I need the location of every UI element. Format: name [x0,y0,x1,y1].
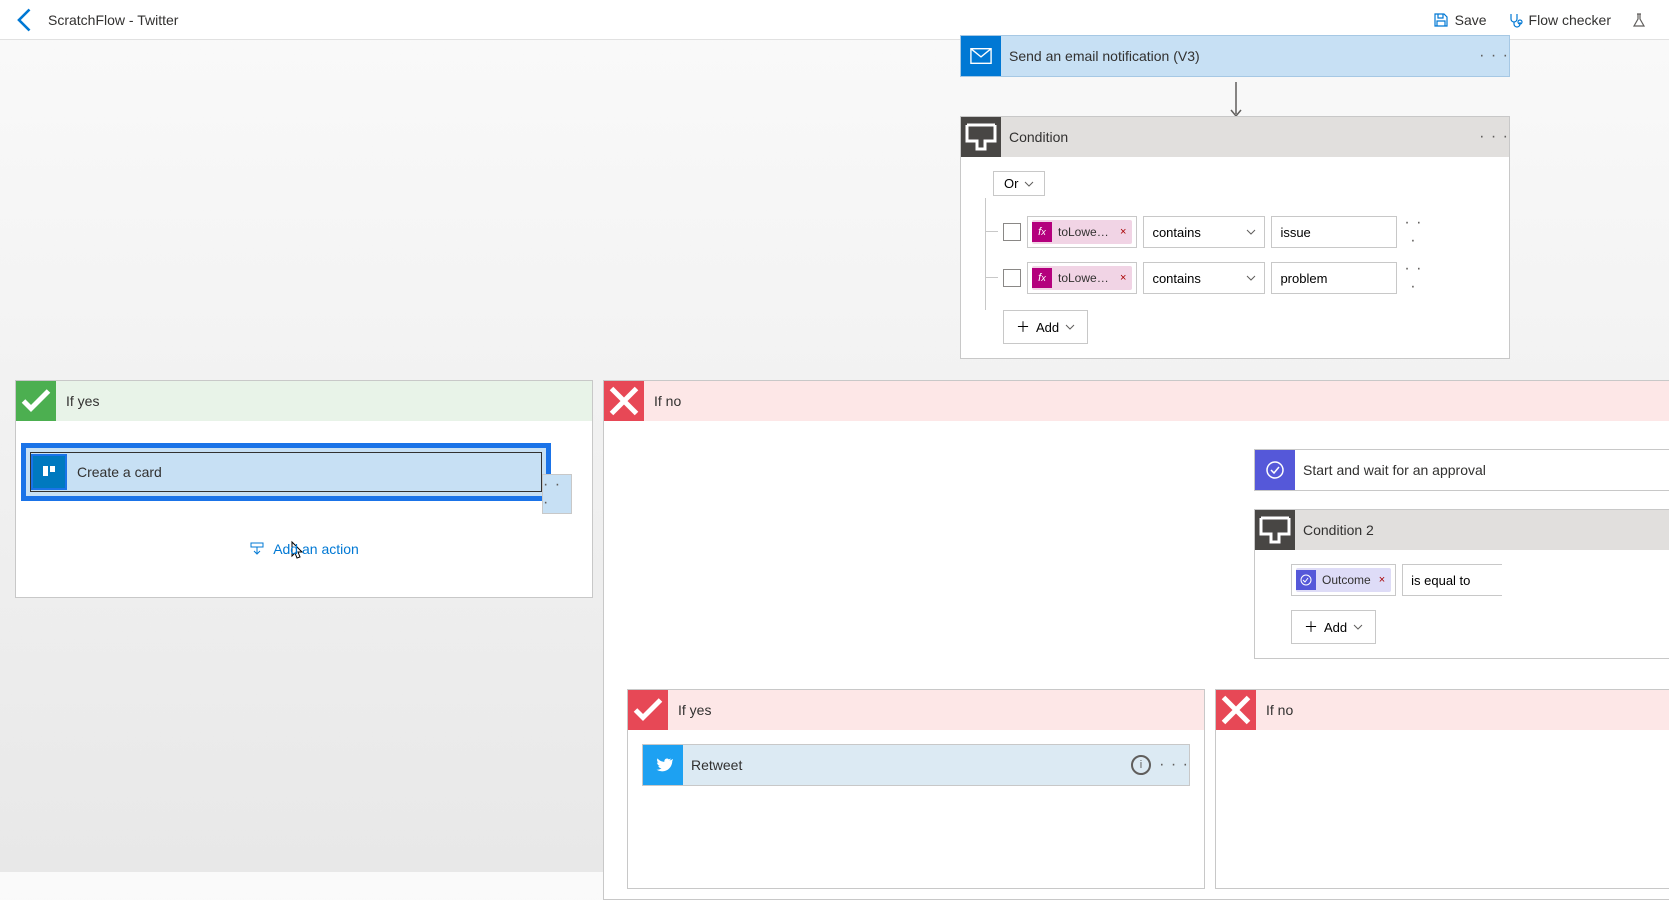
token-text: toLower(... [1056,225,1114,239]
plus-icon: ＋ [1016,317,1030,337]
if-no-branch: If no Start and wait for an approval Con… [603,380,1669,900]
chevron-down-icon [1024,179,1034,189]
save-icon [1433,12,1449,28]
operator-dropdown[interactable]: is equal to [1402,564,1502,596]
group-operator-label: Or [1004,176,1018,191]
add-condition-button[interactable]: ＋ Add [1003,310,1088,344]
card-menu-button[interactable]: · · · [1159,750,1189,780]
group-operator-dropdown[interactable]: Or [993,171,1045,196]
condition-title: Condition [1001,129,1479,145]
operator-label: contains [1152,225,1200,240]
save-label: Save [1455,12,1487,28]
approval-title: Start and wait for an approval [1295,462,1669,478]
approval-icon [1255,450,1295,490]
operator-dropdown[interactable]: contains [1143,216,1265,248]
twitter-icon [643,745,683,785]
trello-icon [31,454,67,490]
add-action-icon [249,541,265,557]
if-no-label: If no [1256,702,1293,718]
fx-icon: fx [1032,222,1052,242]
condition2-title: Condition 2 [1295,522,1669,538]
token-remove-button[interactable]: × [1114,272,1132,284]
close-icon [604,381,644,421]
add-condition-button[interactable]: ＋ Add [1291,610,1376,644]
create-card-action[interactable]: Create a card · · · [21,443,551,501]
condition-row: fx toLower(... × contains · · · [997,214,1495,250]
close-icon [1216,690,1256,730]
if-no-branch: If no [1215,689,1669,889]
if-yes-label: If yes [668,702,711,718]
plus-icon: ＋ [1304,617,1318,637]
condition-icon [961,117,1001,157]
if-yes-label: If yes [56,393,99,409]
condition-left-value[interactable]: Outcome × [1291,564,1396,596]
condition-row: fx toLower(... × contains · · · [997,260,1495,296]
flow-checker-button[interactable]: Flow checker [1497,8,1621,32]
row-menu-button[interactable]: · · · [1403,260,1423,296]
card-menu-button[interactable]: · · · [1479,41,1509,71]
topbar: ScratchFlow - Twitter Save Flow checker [0,0,1669,40]
row-checkbox[interactable] [1003,223,1021,241]
condition-left-value[interactable]: fx toLower(... × [1027,262,1137,294]
token-remove-button[interactable]: × [1114,226,1132,238]
flask-icon [1631,12,1647,28]
chevron-down-icon [1246,273,1256,283]
condition-value-input[interactable] [1271,216,1397,248]
condition-value-input[interactable] [1271,262,1397,294]
token-text: toLower(... [1056,271,1114,285]
condition-icon [1255,510,1295,550]
info-icon[interactable]: i [1131,755,1151,775]
operator-label: is equal to [1411,573,1470,588]
add-condition-label: Add [1036,320,1059,335]
flow-title: ScratchFlow - Twitter [48,12,178,28]
create-card-title: Create a card [67,464,541,480]
approval-token-icon [1296,570,1316,590]
approval-action-card[interactable]: Start and wait for an approval [1254,449,1669,491]
token-text: Outcome [1320,573,1373,587]
add-action-button[interactable]: Add an action [16,541,592,557]
stethoscope-icon [1507,12,1523,28]
check-icon [628,690,668,730]
mail-icon [961,36,1001,76]
email-action-card[interactable]: Send an email notification (V3) · · · [960,35,1510,77]
flow-checker-label: Flow checker [1529,12,1611,28]
if-yes-branch: If yes Retweet i · · · [627,689,1205,889]
card-menu-button[interactable]: · · · [1479,122,1509,152]
operator-label: contains [1152,271,1200,286]
retweet-action-card[interactable]: Retweet i · · · [642,744,1190,786]
test-button[interactable] [1621,8,1657,32]
check-icon [16,381,56,421]
condition-body: Or fx toLower(... × contains · · · [961,157,1509,358]
email-action-title: Send an email notification (V3) [1001,48,1479,64]
chevron-down-icon [1353,622,1363,632]
connector-arrow-icon [1228,80,1244,120]
condition-card[interactable]: Condition · · · Or fx toLower(... × [960,116,1510,359]
add-action-label: Add an action [273,541,359,557]
condition-left-value[interactable]: fx toLower(... × [1027,216,1137,248]
operator-dropdown[interactable]: contains [1143,262,1265,294]
row-checkbox[interactable] [1003,269,1021,287]
save-button[interactable]: Save [1423,8,1497,32]
card-menu-button[interactable]: · · · [542,474,572,514]
add-condition-label: Add [1324,620,1347,635]
if-yes-branch: If yes Create a card · · · Add an action [15,380,593,598]
condition2-card[interactable]: Condition 2 Outcome × is equal [1254,509,1669,659]
if-no-label: If no [644,393,681,409]
chevron-down-icon [1065,322,1075,332]
fx-icon: fx [1032,268,1052,288]
token-remove-button[interactable]: × [1373,574,1391,586]
chevron-down-icon [1246,227,1256,237]
row-menu-button[interactable]: · · · [1403,214,1423,250]
retweet-title: Retweet [683,757,1131,773]
back-button[interactable] [12,6,40,34]
canvas[interactable]: Send an email notification (V3) · · · Co… [0,40,1669,872]
